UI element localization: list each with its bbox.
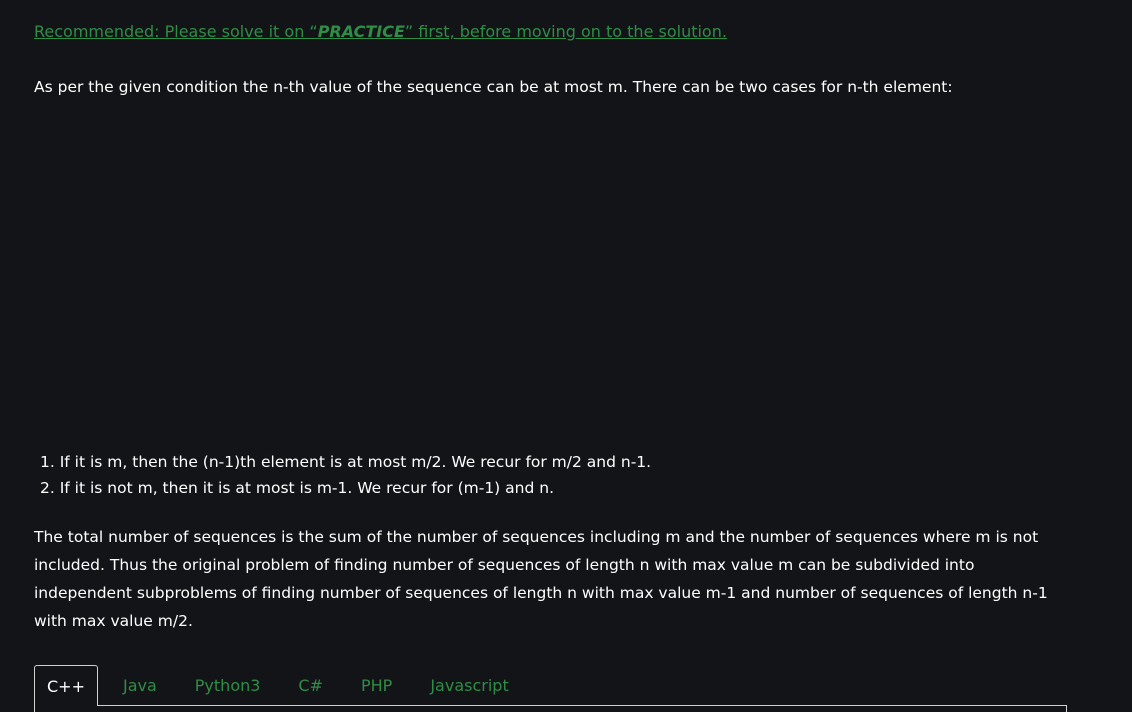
recommended-practice-link[interactable]: Recommended: Please solve it on “PRACTIC… (34, 22, 727, 41)
summary-paragraph: The total number of sequences is the sum… (34, 528, 1048, 630)
tab-php[interactable]: PHP (342, 665, 411, 706)
practice-label: PRACTICE (317, 22, 405, 41)
case-item-1: 1. If it is m, then the (n-1)th element … (40, 453, 652, 471)
case-item-2: 2. If it is not m, then it is at most is… (40, 479, 554, 497)
language-tabs: C++ Java Python3 C# PHP Javascript (34, 665, 528, 706)
recommended-suffix: ” first, before moving on to the solutio… (404, 22, 727, 41)
tab-csharp[interactable]: C# (279, 665, 342, 706)
tab-python3[interactable]: Python3 (176, 665, 280, 706)
intro-paragraph: As per the given condition the n-th valu… (34, 78, 953, 96)
code-panel-border (34, 705, 1067, 712)
tab-java[interactable]: Java (98, 665, 176, 706)
cases-list: 1. If it is m, then the (n-1)th element … (40, 449, 651, 501)
recommended-prefix: Recommended: Please solve it on “ (34, 22, 318, 41)
embedded-media-area (34, 110, 1098, 440)
tab-javascript[interactable]: Javascript (411, 665, 527, 706)
tab-cpp[interactable]: C++ (34, 665, 98, 706)
